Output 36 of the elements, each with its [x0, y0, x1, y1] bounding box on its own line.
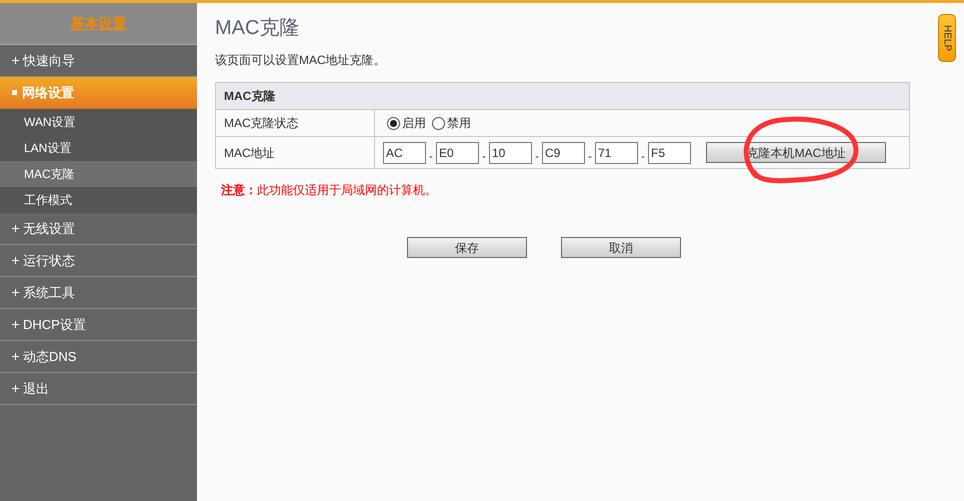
sidebar-subitem[interactable]: WAN设置 [0, 109, 197, 135]
plus-icon [12, 353, 19, 360]
page-description: 该页面可以设置MAC地址克隆。 [215, 52, 387, 69]
mac-octet-field[interactable]: F5 [648, 142, 691, 164]
field-label: MAC克隆状态 [216, 110, 375, 136]
notice-text: 注意：此功能仅适用于局域网的计算机。 [221, 182, 438, 199]
sidebar-subitem[interactable]: LAN设置 [0, 135, 197, 161]
plus-icon [12, 289, 19, 296]
help-tab[interactable]: HELP [938, 14, 956, 62]
radio-icon[interactable] [432, 116, 445, 130]
square-bullet-icon [12, 90, 17, 95]
table-heading: MAC克隆 [216, 83, 909, 110]
mac-octet-field[interactable]: C9 [542, 142, 585, 164]
radio-option[interactable]: 禁用 [432, 114, 471, 132]
mac-octet-field[interactable]: 71 [595, 142, 638, 164]
separator: - [481, 150, 487, 165]
plus-icon [12, 257, 19, 264]
field-label: MAC地址 [216, 137, 375, 168]
mac-octet-field[interactable]: AC [383, 142, 426, 164]
sidebar-subitem[interactable]: MAC克隆 [0, 161, 197, 187]
page-title: MAC克隆 [215, 16, 300, 41]
mac-octet-field[interactable]: E0 [436, 142, 479, 164]
sidebar-subitem[interactable]: 工作模式 [0, 187, 197, 213]
plus-icon [12, 321, 19, 328]
mac-octet-field[interactable]: 10 [489, 142, 532, 164]
form-button[interactable]: 取消 [561, 237, 681, 258]
radio-icon[interactable] [387, 116, 400, 130]
plus-icon [12, 57, 19, 64]
separator: - [640, 150, 646, 165]
form-button[interactable]: 保存 [407, 237, 527, 258]
separator: - [534, 150, 540, 165]
radio-option[interactable]: 启用 [387, 114, 426, 132]
separator: - [587, 150, 593, 165]
plus-icon [12, 225, 19, 232]
separator: - [428, 150, 434, 165]
plus-icon [12, 385, 19, 392]
